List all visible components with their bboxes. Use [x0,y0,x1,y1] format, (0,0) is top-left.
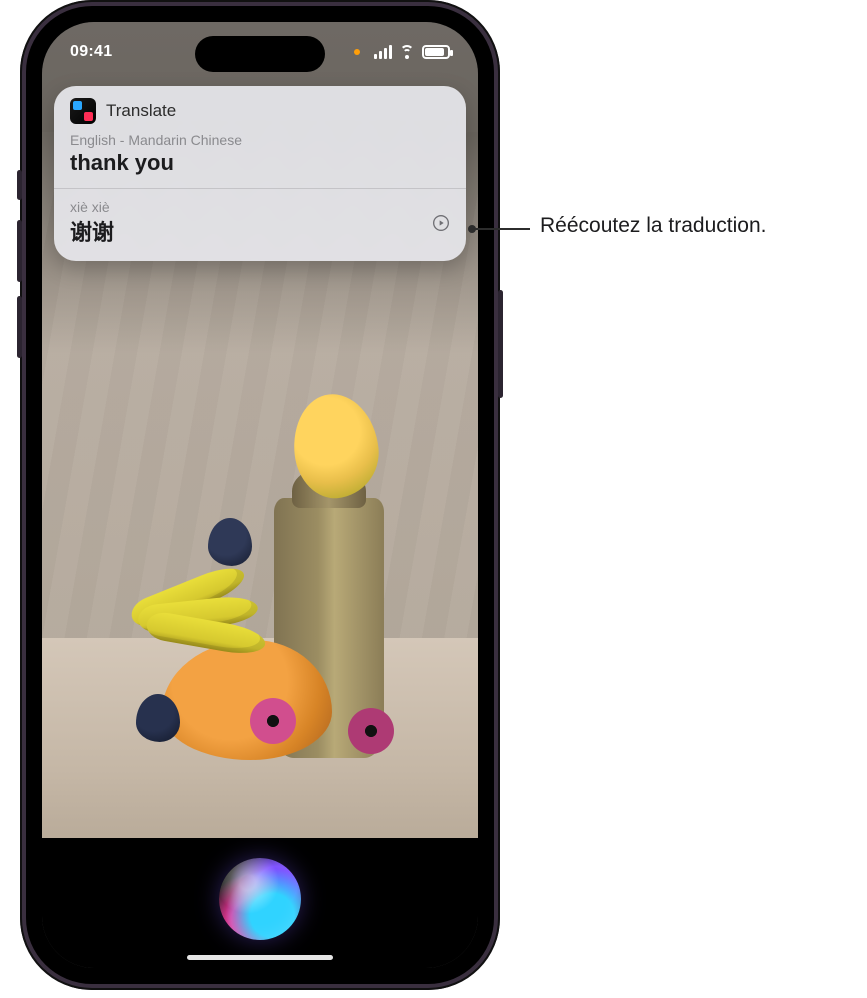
translation-chinese: 谢谢 [70,215,114,247]
translation-pinyin: xiè xiè [70,199,114,215]
ring-switch [17,170,22,200]
status-bar: 09:41 [42,38,478,66]
wallpaper-flower [250,698,296,744]
battery-icon [422,45,450,59]
card-body: English - Mandarin Chinese thank you [54,132,466,188]
translation-text: xiè xiè 谢谢 [70,199,114,247]
siri-orb[interactable] [219,858,301,940]
card-header: Translate [54,86,466,132]
wallpaper-bananas [128,582,288,662]
status-time: 09:41 [70,43,112,61]
side-button [498,290,503,398]
siri-translate-card[interactable]: Translate English - Mandarin Chinese tha… [54,86,466,261]
source-text: thank you [70,150,450,176]
cellular-icon [374,45,392,59]
iphone-frame: 09:41 [20,0,500,990]
play-icon [433,215,449,231]
figure: 09:41 [0,0,867,998]
play-translation-button[interactable] [424,206,458,240]
callout-leader [474,228,530,230]
screen: 09:41 [42,22,478,968]
status-indicators [354,45,450,59]
home-indicator[interactable] [187,955,333,960]
callout-label: Réécoutez la traduction. [540,214,766,238]
volume-down [17,296,22,358]
wifi-icon [398,45,416,59]
language-pair: English - Mandarin Chinese [70,132,450,148]
translate-app-icon [70,98,96,124]
wallpaper-flower [348,708,394,754]
privacy-dot-icon [354,49,360,55]
volume-up [17,220,22,282]
phone-bezel: 09:41 [26,6,494,984]
translation-row: xiè xiè 谢谢 [54,189,466,261]
card-title: Translate [106,101,176,121]
